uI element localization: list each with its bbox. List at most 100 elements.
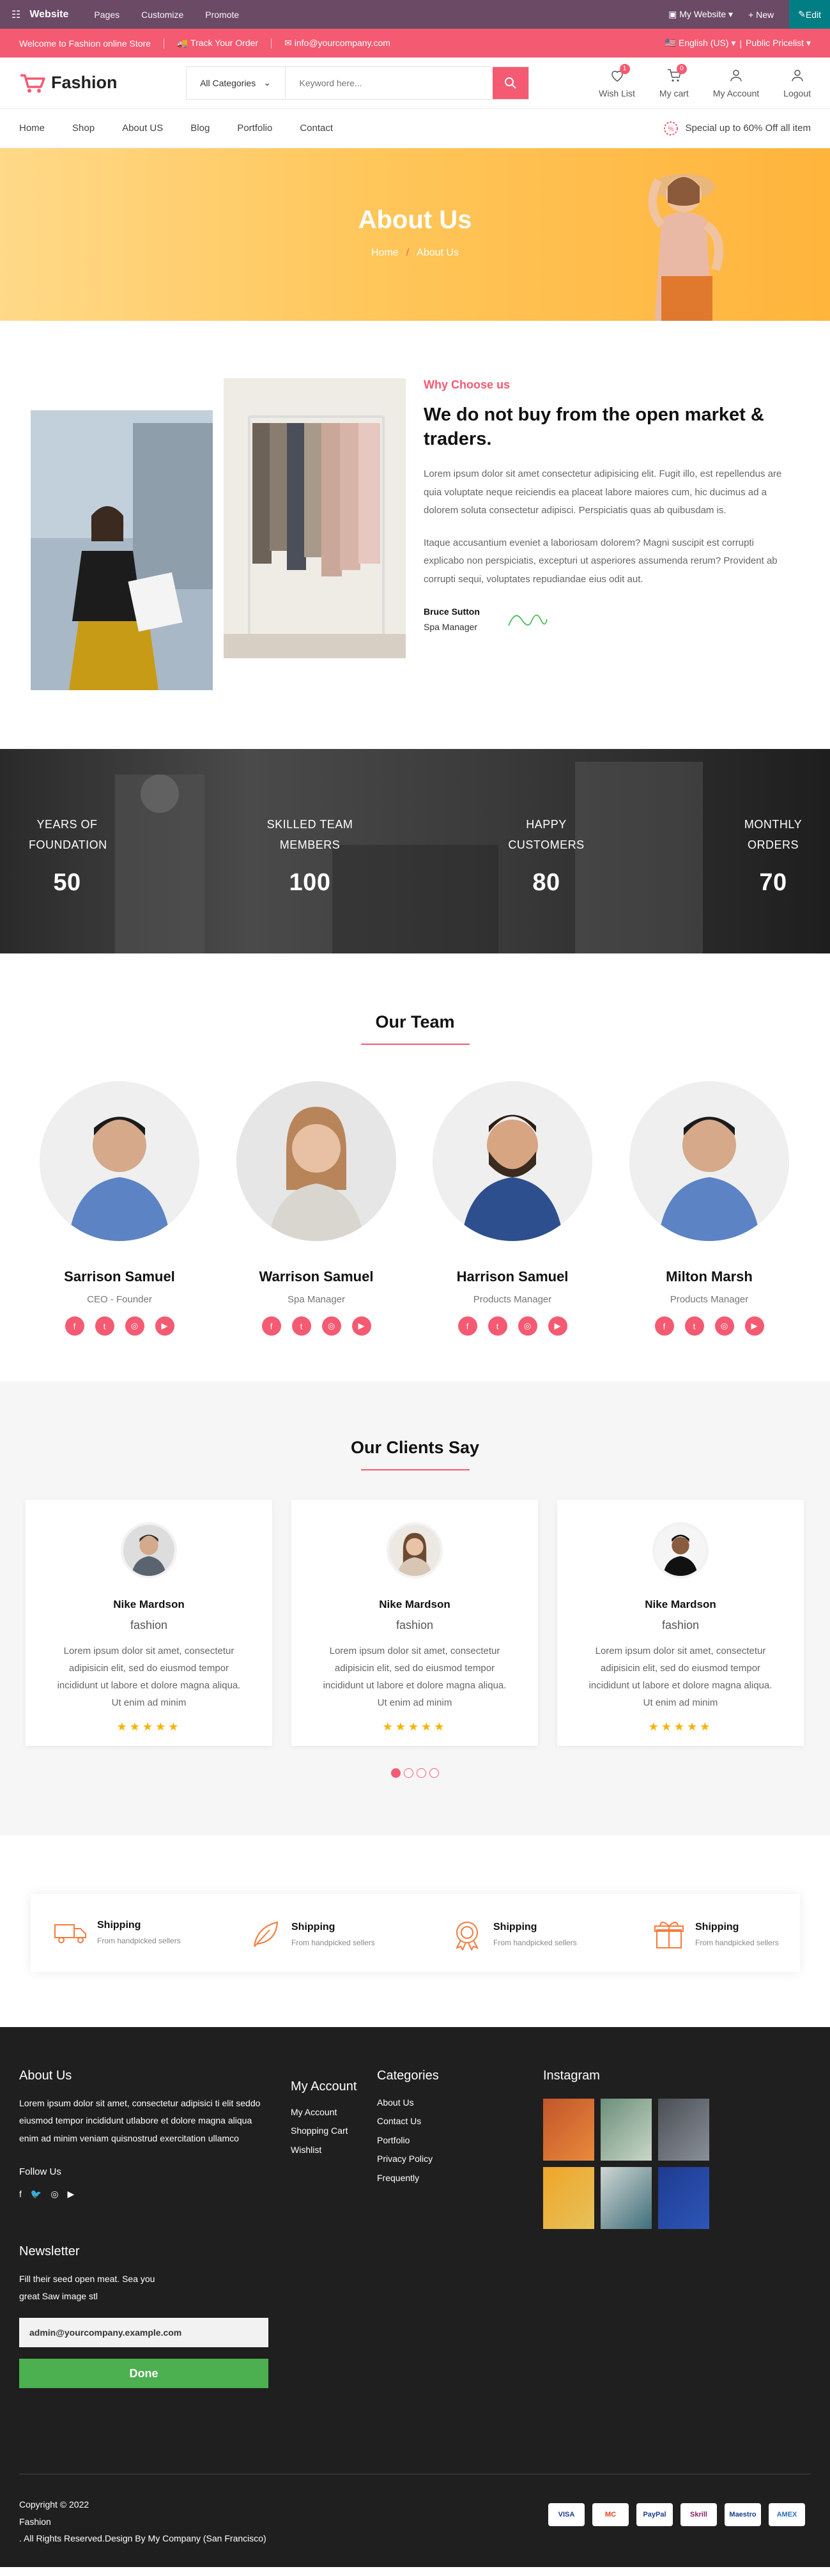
odoo-brand[interactable]: Website: [29, 9, 68, 20]
feature-title: Shipping: [695, 1922, 739, 1932]
site-footer: About Us Lorem ipsum dolor sit amet, con…: [0, 2027, 830, 2567]
instagram-icon[interactable]: ◎: [125, 1316, 144, 1336]
youtube-icon[interactable]: ▶: [351, 1316, 371, 1336]
team-member: Harrison Samuel Products Manager f t ◎ ▶: [433, 1081, 592, 1336]
email-link[interactable]: ✉ info@yourcompany.com: [284, 38, 390, 49]
stat-customers: HAPPY CUSTOMERS 80: [508, 814, 585, 904]
clothing-rack-image: [224, 378, 406, 658]
facebook-icon[interactable]: f: [261, 1316, 281, 1336]
track-order-link[interactable]: 🚚 Track Your Order: [177, 38, 258, 49]
truck-icon: 🚚: [176, 38, 191, 48]
instagram-photo[interactable]: [601, 2099, 652, 2161]
nav-portfolio[interactable]: Portfolio: [237, 123, 272, 134]
team-title: Our Team: [375, 1012, 455, 1031]
cart-link[interactable]: 0 My cart: [659, 63, 689, 98]
chevron-down-icon: ⌄: [263, 77, 271, 88]
features-section: Shipping From handpicked sellers Shipping…: [0, 1835, 830, 2027]
facebook-icon[interactable]: f: [457, 1316, 477, 1336]
language-selector[interactable]: 🇺🇸 English (US) ▾: [665, 38, 736, 49]
menu-promote[interactable]: Promote: [205, 10, 239, 20]
nav-blog[interactable]: Blog: [190, 123, 210, 134]
new-button[interactable]: + New: [748, 10, 774, 20]
facebook-icon[interactable]: f: [65, 1316, 84, 1336]
site-logo[interactable]: Fashion: [19, 73, 118, 93]
nav-about[interactable]: About US: [122, 123, 163, 134]
stat-value: 100: [289, 868, 331, 896]
client-avatar: [652, 1522, 709, 1578]
instagram-icon[interactable]: ◎: [50, 2189, 58, 2200]
footer-link[interactable]: Frequently: [377, 2169, 439, 2187]
instagram-photo[interactable]: [658, 2167, 709, 2229]
nav-home[interactable]: Home: [19, 123, 45, 134]
instagram-icon[interactable]: ◎: [321, 1316, 341, 1336]
instagram-icon[interactable]: ◎: [714, 1316, 734, 1336]
twitter-icon[interactable]: t: [488, 1316, 507, 1336]
apps-grid-icon[interactable]: ☷: [12, 8, 20, 21]
newsletter-email-input[interactable]: admin@yourcompany.example.com: [19, 2318, 268, 2348]
carousel-dot-active[interactable]: [391, 1768, 401, 1778]
footer-link[interactable]: Contact Us: [377, 2112, 439, 2131]
stat-orders: MONTHLY ORDERS 70: [735, 814, 811, 904]
category-select[interactable]: All Categories ⌄: [187, 66, 286, 99]
cart-logo-icon: [20, 73, 45, 93]
twitter-icon[interactable]: t: [291, 1316, 311, 1336]
paypal-icon: PayPal: [636, 2503, 673, 2526]
youtube-icon[interactable]: ▶: [744, 1316, 764, 1336]
stat-value: 70: [759, 868, 787, 896]
twitter-icon[interactable]: t: [684, 1316, 704, 1336]
carousel-dot[interactable]: [417, 1768, 426, 1778]
carousel-dot[interactable]: [404, 1768, 413, 1778]
breadcrumb-home[interactable]: Home: [371, 247, 399, 258]
client-avatar: [121, 1522, 177, 1578]
footer-link[interactable]: Portfolio: [377, 2131, 439, 2150]
footer-link[interactable]: About Us: [377, 2094, 439, 2112]
twitter-icon[interactable]: 🐦: [31, 2189, 42, 2200]
feature-title: Shipping: [291, 1922, 335, 1932]
stat-foundation: YEARS OF FOUNDATION 50: [29, 814, 107, 904]
menu-pages[interactable]: Pages: [94, 10, 119, 20]
instagram-photo[interactable]: [658, 2099, 709, 2161]
youtube-icon[interactable]: ▶: [68, 2189, 75, 2200]
youtube-icon[interactable]: ▶: [548, 1316, 567, 1336]
follow-label: Follow Us: [19, 2166, 61, 2177]
facebook-icon[interactable]: f: [654, 1316, 674, 1336]
footer-link[interactable]: Wishlist: [291, 2141, 357, 2159]
member-role: Products Manager: [670, 1294, 749, 1305]
title-underline: [360, 1469, 470, 1470]
newsletter-done-button[interactable]: Done: [19, 2359, 268, 2389]
nav-contact[interactable]: Contact: [300, 123, 333, 134]
member-photo: [433, 1081, 592, 1241]
footer-about-text: Lorem ipsum dolor sit amet, consectetur …: [19, 2098, 261, 2143]
promo-link[interactable]: % Special up to 60% Off all item: [663, 120, 811, 137]
my-website-dropdown[interactable]: ▣ My Website ▾: [668, 9, 733, 20]
search-button[interactable]: [492, 66, 528, 99]
footer-link[interactable]: Shopping Cart: [291, 2122, 357, 2140]
instagram-photo[interactable]: [543, 2099, 594, 2161]
instagram-photo[interactable]: [601, 2167, 652, 2229]
breadcrumb-separator: /: [406, 247, 410, 258]
pricelist-selector[interactable]: Public Pricelist ▾: [746, 38, 811, 49]
divider: [271, 38, 272, 49]
footer-link[interactable]: Privacy Policy: [377, 2150, 439, 2168]
search-input[interactable]: [285, 66, 493, 99]
gift-icon: [654, 1922, 684, 1948]
instagram-photo[interactable]: [543, 2167, 594, 2229]
twitter-icon[interactable]: t: [95, 1316, 114, 1336]
footer-link[interactable]: My Account: [291, 2103, 357, 2122]
member-photo: [40, 1081, 199, 1241]
facebook-icon[interactable]: f: [19, 2189, 22, 2200]
account-link[interactable]: My Account: [713, 68, 759, 98]
breadcrumb-current: About Us: [417, 247, 459, 258]
logout-link[interactable]: Logout: [783, 68, 811, 98]
top-bar: Welcome to Fashion online Store 🚚 Track …: [0, 29, 830, 58]
rating-stars: ★★★★★: [116, 1720, 181, 1733]
wishlist-link[interactable]: 1 Wish List: [599, 63, 635, 98]
carousel-dot[interactable]: [429, 1768, 439, 1778]
feature-subtitle: From handpicked sellers: [97, 1936, 181, 1945]
stats-section: YEARS OF FOUNDATION 50 SKILLED TEAM MEMBERS…: [0, 749, 830, 953]
youtube-icon[interactable]: ▶: [155, 1316, 174, 1336]
edit-button[interactable]: ✎ Edit: [789, 0, 830, 29]
instagram-icon[interactable]: ◎: [518, 1316, 537, 1336]
nav-shop[interactable]: Shop: [72, 123, 95, 134]
menu-customize[interactable]: Customize: [141, 10, 183, 20]
